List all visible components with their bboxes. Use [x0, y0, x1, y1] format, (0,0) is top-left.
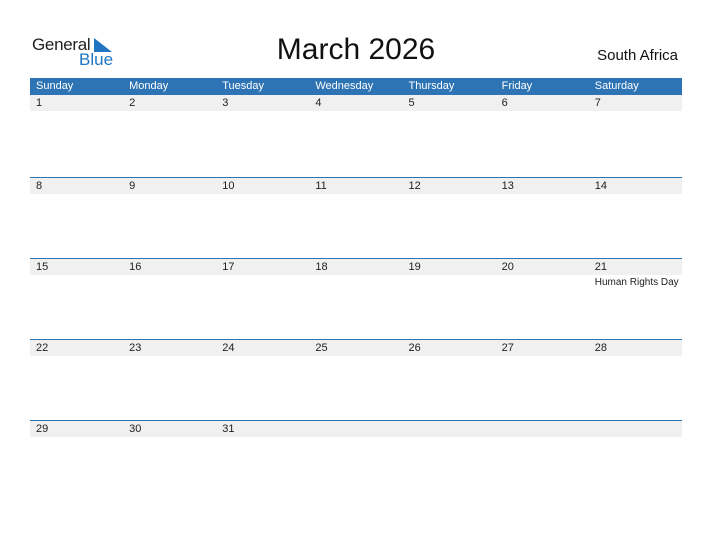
day-number — [588, 421, 682, 437]
day-cell: 18 — [309, 259, 403, 339]
weekday-header: Sunday Monday Tuesday Wednesday Thursday Frid… — [30, 78, 682, 95]
day-cell — [495, 421, 589, 501]
weekday-monday: Monday — [129, 80, 169, 92]
day-cell — [309, 421, 403, 501]
holiday-label: Human Rights Day — [594, 277, 679, 288]
day-cell: 5 — [402, 95, 496, 177]
day-number: 31 — [216, 421, 310, 437]
day-cell: 2 — [123, 95, 217, 177]
day-number: 23 — [123, 340, 217, 356]
day-cell: 22 — [30, 340, 124, 420]
day-cell: 19 — [402, 259, 496, 339]
day-number: 8 — [30, 178, 124, 194]
day-number: 4 — [309, 95, 403, 111]
day-cell: 16 — [123, 259, 217, 339]
country-label: South Africa — [597, 47, 678, 64]
day-number: 28 — [588, 340, 682, 356]
weekday-friday: Friday — [501, 80, 533, 92]
day-number: 9 — [123, 178, 217, 194]
day-number: 11 — [309, 178, 403, 194]
day-cell: 29 — [30, 421, 124, 501]
day-number: 2 — [123, 95, 217, 111]
day-number: 15 — [30, 259, 124, 275]
day-cell: 24 — [216, 340, 310, 420]
day-number: 25 — [309, 340, 403, 356]
day-number: 21 — [588, 259, 682, 275]
day-cell: 30 — [123, 421, 217, 501]
day-number: 29 — [30, 421, 124, 437]
day-cell: 9 — [123, 178, 217, 258]
day-cell — [588, 421, 682, 501]
week-row: 15 16 17 18 19 20 21 Human Rights Day — [30, 258, 682, 339]
day-cell: 28 — [588, 340, 682, 420]
day-number: 17 — [216, 259, 310, 275]
day-cell: 14 — [588, 178, 682, 258]
day-number: 19 — [402, 259, 496, 275]
day-cell: 8 — [30, 178, 124, 258]
calendar-grid: Sunday Monday Tuesday Wednesday Thursday Frid… — [30, 78, 682, 501]
day-number: 12 — [402, 178, 496, 194]
day-cell: 26 — [402, 340, 496, 420]
day-number: 30 — [123, 421, 217, 437]
day-number: 10 — [216, 178, 310, 194]
day-cell: 27 — [495, 340, 589, 420]
day-number: 22 — [30, 340, 124, 356]
day-number: 26 — [402, 340, 496, 356]
day-number: 5 — [402, 95, 496, 111]
day-cell: 6 — [495, 95, 589, 177]
day-cell: 3 — [216, 95, 310, 177]
day-number — [495, 421, 589, 437]
day-cell: 11 — [309, 178, 403, 258]
day-number: 27 — [495, 340, 589, 356]
weekday-tuesday: Tuesday — [222, 80, 265, 92]
day-cell: 1 — [30, 95, 124, 177]
day-cell: 21 Human Rights Day — [588, 259, 682, 339]
day-cell: 25 — [309, 340, 403, 420]
day-cell — [402, 421, 496, 501]
day-number: 24 — [216, 340, 310, 356]
day-number: 3 — [216, 95, 310, 111]
day-cell: 12 — [402, 178, 496, 258]
day-number: 1 — [30, 95, 124, 111]
day-number: 6 — [495, 95, 589, 111]
day-cell: 20 — [495, 259, 589, 339]
week-row: 22 23 24 25 26 27 28 — [30, 339, 682, 420]
day-number — [402, 421, 496, 437]
day-number: 20 — [495, 259, 589, 275]
weekday-sunday: Sunday — [36, 80, 74, 92]
day-number: 16 — [123, 259, 217, 275]
week-row: 29 30 31 — [30, 420, 682, 501]
day-cell: 23 — [123, 340, 217, 420]
weekday-wednesday: Wednesday — [315, 80, 374, 92]
weekday-thursday: Thursday — [408, 80, 455, 92]
day-cell: 31 — [216, 421, 310, 501]
day-cell: 7 — [588, 95, 682, 177]
week-row: 8 9 10 11 12 13 14 — [30, 177, 682, 258]
day-cell: 17 — [216, 259, 310, 339]
day-cell: 13 — [495, 178, 589, 258]
day-number — [309, 421, 403, 437]
day-cell: 10 — [216, 178, 310, 258]
week-row: 1234567 — [30, 95, 682, 177]
day-number: 13 — [495, 178, 589, 194]
day-number: 18 — [309, 259, 403, 275]
weekday-saturday: Saturday — [594, 80, 639, 92]
day-number: 14 — [588, 178, 682, 194]
day-number: 7 — [588, 95, 682, 111]
day-cell: 15 — [30, 259, 124, 339]
day-cell: 4 — [309, 95, 403, 177]
